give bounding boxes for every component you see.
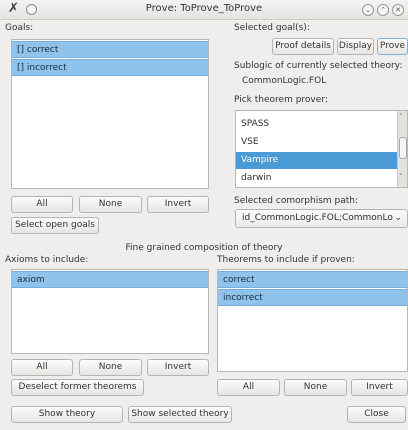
scroll-up-icon[interactable]: ˄ — [399, 113, 403, 121]
prover-item-partial — [236, 111, 407, 114]
comorphism-label: Selected comorphism path: — [234, 196, 359, 206]
sublogic-value: CommonLogic.FOL — [242, 76, 327, 86]
axiom-item[interactable]: axiom — [12, 271, 208, 288]
select-open-goals-button[interactable]: Select open goals — [11, 217, 99, 234]
window-title: Prove: ToProve_ToProve — [145, 3, 263, 14]
theorems-list[interactable]: correct incorrect — [217, 269, 408, 372]
comorphism-select[interactable]: id_CommonLogic.FOL;CommonLo ⌄ — [235, 209, 408, 228]
theorems-label: Theorems to include if proven: — [217, 255, 355, 265]
scroll-down-icon[interactable]: ˅ — [399, 173, 403, 181]
axioms-list[interactable]: axiom — [11, 269, 209, 354]
sublogic-label: Sublogic of currently selected theory: — [234, 61, 403, 71]
goal-item[interactable]: [] correct — [12, 41, 208, 58]
goals-none-button[interactable]: None — [79, 196, 142, 213]
theorems-none-button[interactable]: None — [284, 379, 347, 396]
prover-item[interactable]: VSE — [236, 134, 407, 151]
prove-button[interactable]: Prove — [377, 38, 408, 55]
goals-label: Goals: — [5, 23, 34, 33]
prover-item[interactable]: darwin — [236, 170, 407, 187]
goal-item[interactable]: [] incorrect — [12, 59, 208, 76]
axioms-all-button[interactable]: All — [11, 359, 73, 376]
close-button[interactable]: Close — [347, 406, 406, 423]
display-button[interactable]: Display — [337, 38, 374, 55]
axioms-invert-button[interactable]: Invert — [147, 359, 209, 376]
prover-item-selected[interactable]: Vampire — [236, 152, 407, 169]
prover-item[interactable]: SPASS — [236, 116, 407, 133]
close-icon[interactable]: ✕ — [392, 4, 404, 16]
goals-all-button[interactable]: All — [11, 196, 73, 213]
prover-label: Pick theorem prover: — [234, 95, 328, 105]
scroll-thumb[interactable] — [399, 137, 407, 159]
maximize-icon[interactable]: ⌃ — [377, 4, 389, 16]
deselect-former-theorems-button[interactable]: Deselect former theorems — [11, 379, 144, 396]
proof-details-button[interactable]: Proof details — [272, 38, 334, 55]
selected-goals-label: Selected goal(s): — [234, 23, 310, 33]
show-selected-theory-button[interactable]: Show selected theory — [128, 406, 232, 423]
fine-grained-label: Fine grained composition of theory — [125, 243, 283, 253]
theorems-invert-button[interactable]: Invert — [351, 379, 408, 396]
axioms-none-button[interactable]: None — [79, 359, 142, 376]
theorems-all-button[interactable]: All — [217, 379, 280, 396]
theorem-item[interactable]: incorrect — [218, 289, 407, 306]
prover-scrollbar[interactable]: ˄ ˅ — [397, 111, 407, 187]
comorphism-value: id_CommonLogic.FOL;CommonLo — [242, 213, 393, 223]
show-theory-button[interactable]: Show theory — [11, 406, 123, 423]
goals-list[interactable]: [] correct [] incorrect — [11, 39, 209, 189]
minimize-icon[interactable]: ⌄ — [362, 4, 374, 16]
theorem-item[interactable]: correct — [218, 271, 407, 288]
chevron-down-icon: ⌄ — [394, 213, 402, 223]
goals-invert-button[interactable]: Invert — [147, 196, 209, 213]
prover-list[interactable]: SPASS VSE Vampire darwin ˄ ˅ — [235, 110, 408, 188]
axioms-label: Axioms to include: — [5, 255, 89, 265]
